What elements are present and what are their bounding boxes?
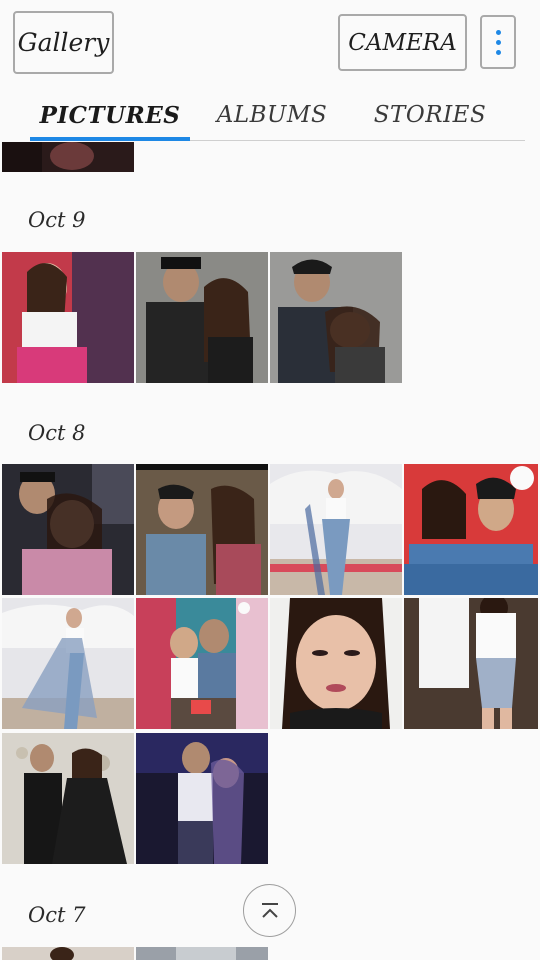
app-header: Gallery CAMERA [0,0,540,90]
photo-thumbnail[interactable] [2,947,134,960]
camera-button[interactable]: CAMERA [338,14,467,71]
photo-thumbnail[interactable] [270,598,402,729]
section-date-label: Oct 9 [28,208,86,232]
scroll-to-top-button[interactable] [243,884,296,937]
active-tab-indicator [30,137,190,141]
scroll-to-top-icon [261,902,278,918]
more-vertical-icon-dot [495,39,501,45]
section-date-label: Oct 7 [28,903,86,927]
more-vertical-icon [495,29,501,35]
photo-thumbnail[interactable] [2,464,134,595]
tab-pictures[interactable]: PICTURES [30,90,190,140]
photo-thumbnail[interactable] [136,733,268,864]
photo-thumbnail[interactable] [2,598,134,729]
photo-thumbnail[interactable] [270,252,402,383]
tab-stories[interactable]: STORIES [360,90,500,140]
section-date-label: Oct 8 [28,421,86,445]
more-options-button[interactable] [480,15,516,69]
photo-thumbnail[interactable] [2,142,134,172]
gallery-button[interactable]: Gallery [13,11,114,74]
photo-thumbnail[interactable] [404,464,538,595]
photo-thumbnail[interactable] [404,598,538,729]
photo-thumbnail[interactable] [136,598,268,729]
tab-bar: PICTURES ALBUMS STORIES [30,90,525,141]
photo-thumbnail[interactable] [2,252,134,383]
photo-thumbnail[interactable] [270,464,402,595]
more-vertical-icon-dot [495,49,501,55]
photo-thumbnail[interactable] [2,733,134,864]
photo-thumbnail[interactable] [136,947,268,960]
photo-thumbnail[interactable] [136,252,268,383]
photo-thumbnail[interactable] [136,464,268,595]
tab-albums[interactable]: ALBUMS [202,90,342,140]
